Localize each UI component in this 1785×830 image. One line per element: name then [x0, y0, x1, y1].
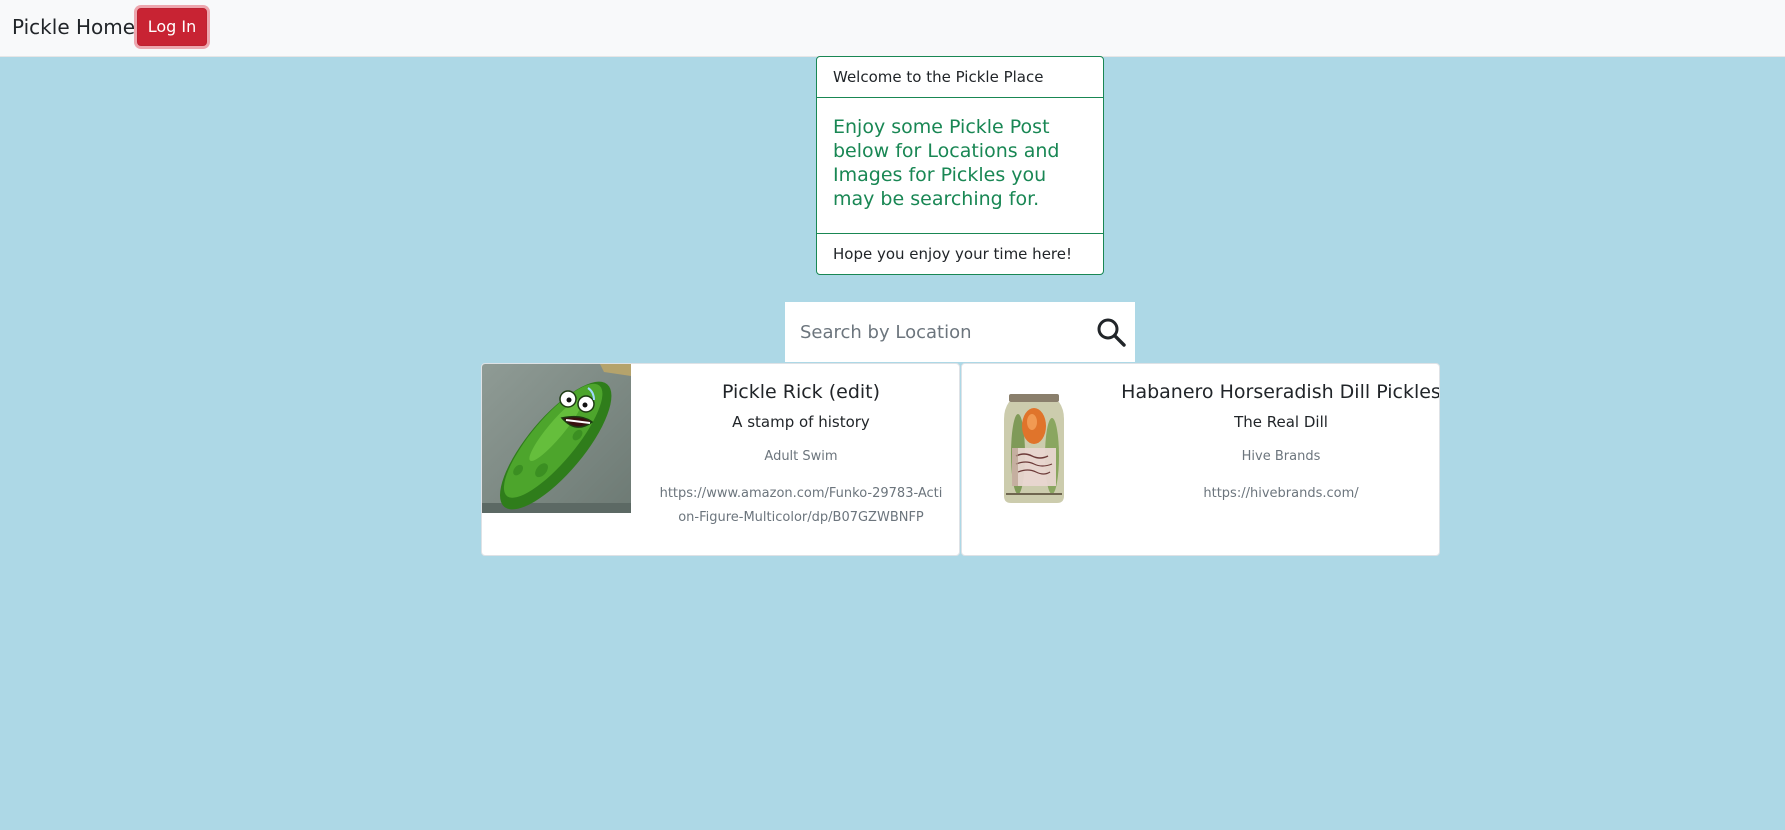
post-location: Hive Brands [1241, 449, 1321, 464]
post-card[interactable]: Habanero Horseradish Dill Pickles The Re… [961, 363, 1440, 556]
welcome-card-header: Welcome to the Pickle Place [817, 57, 1103, 98]
brand-link[interactable]: Pickle Home [12, 15, 135, 39]
welcome-card-footer: Hope you enjoy your time here! [833, 245, 1072, 263]
post-list: Pickle Rick (edit) A stamp of history Ad… [481, 363, 1440, 556]
welcome-card: Welcome to the Pickle Place Enjoy some P… [816, 56, 1104, 275]
navbar: Pickle Home Log In [0, 0, 1785, 57]
welcome-card-body: Enjoy some Pickle Post below for Locatio… [817, 98, 1103, 234]
post-title: Habanero Horseradish Dill Pickles [1121, 381, 1440, 403]
post-link[interactable]: https://hivebrands.com/ [1136, 482, 1426, 506]
search-bar [785, 302, 1135, 362]
post-text: Habanero Horseradish Dill Pickles The Re… [1121, 364, 1440, 506]
post-card[interactable]: Pickle Rick (edit) A stamp of history Ad… [481, 363, 960, 556]
post-subtitle: A stamp of history [732, 413, 870, 431]
pickle-rick-image [482, 364, 631, 513]
post-title: Pickle Rick (edit) [721, 381, 881, 403]
post-text: Pickle Rick (edit) A stamp of history Ad… [641, 364, 959, 530]
search-icon[interactable] [1096, 317, 1126, 347]
welcome-headline: Enjoy some Pickle Post below for Locatio… [833, 116, 1060, 210]
post-subtitle: The Real Dill [1234, 413, 1328, 431]
post-link[interactable]: https://www.amazon.com/Funko-29783-Actio… [656, 482, 946, 530]
pickle-jar-image [962, 364, 1111, 513]
search-input[interactable] [785, 302, 1075, 362]
login-button[interactable]: Log In [137, 8, 207, 46]
post-location: Adult Swim [764, 449, 838, 464]
